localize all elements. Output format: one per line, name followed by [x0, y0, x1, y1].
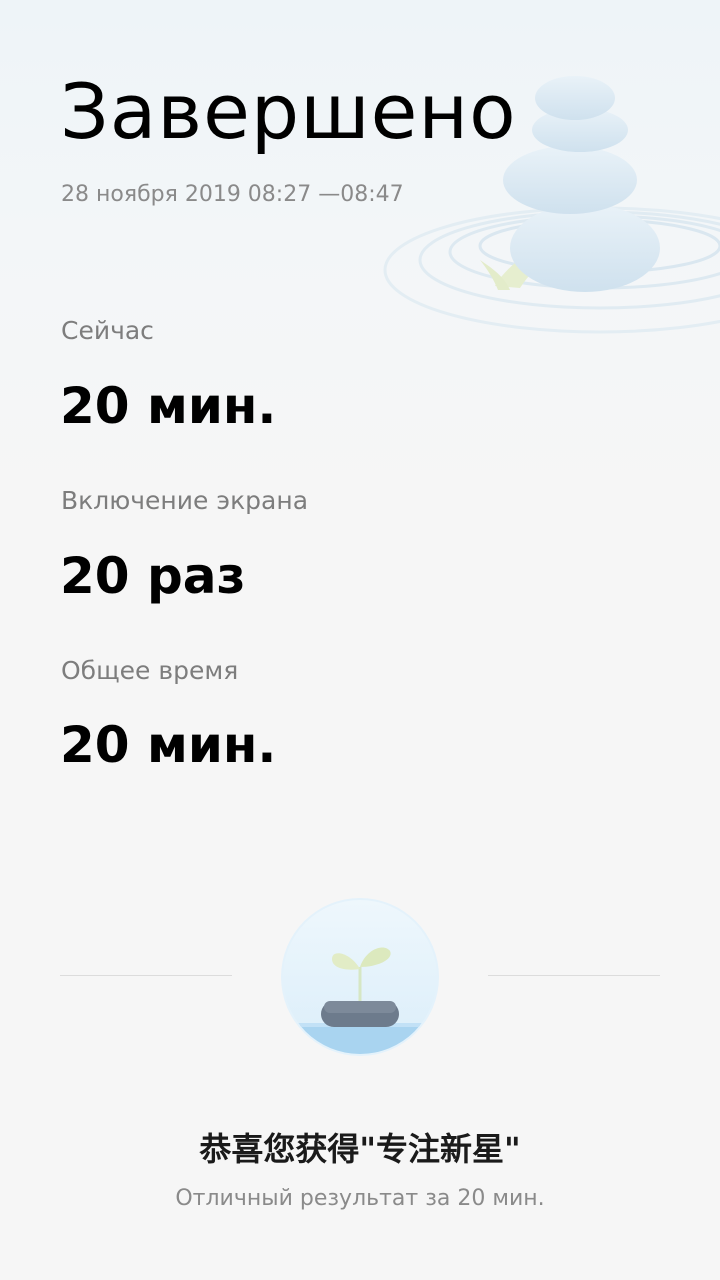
stat-value-total-time: 20 мин. [60, 716, 277, 774]
page-title: Завершено [60, 67, 517, 156]
stat-label-total-time: Общее время [61, 656, 239, 685]
stat-label-current: Сейчас [61, 316, 154, 345]
sprout-on-stone-icon [281, 898, 439, 1056]
stat-value-current: 20 мин. [60, 377, 277, 435]
stat-value-screen-on: 20 раз [60, 547, 246, 605]
divider-right [488, 975, 660, 976]
divider-left [60, 975, 232, 976]
achievement-subtitle: Отличный результат за 20 мин. [175, 1186, 545, 1211]
session-date-range: 28 ноября 2019 08:27 —08:47 [61, 182, 404, 207]
achievement-title: 恭喜您获得"专注新星" [199, 1130, 521, 1168]
stat-label-screen-on: Включение экрана [61, 486, 309, 515]
